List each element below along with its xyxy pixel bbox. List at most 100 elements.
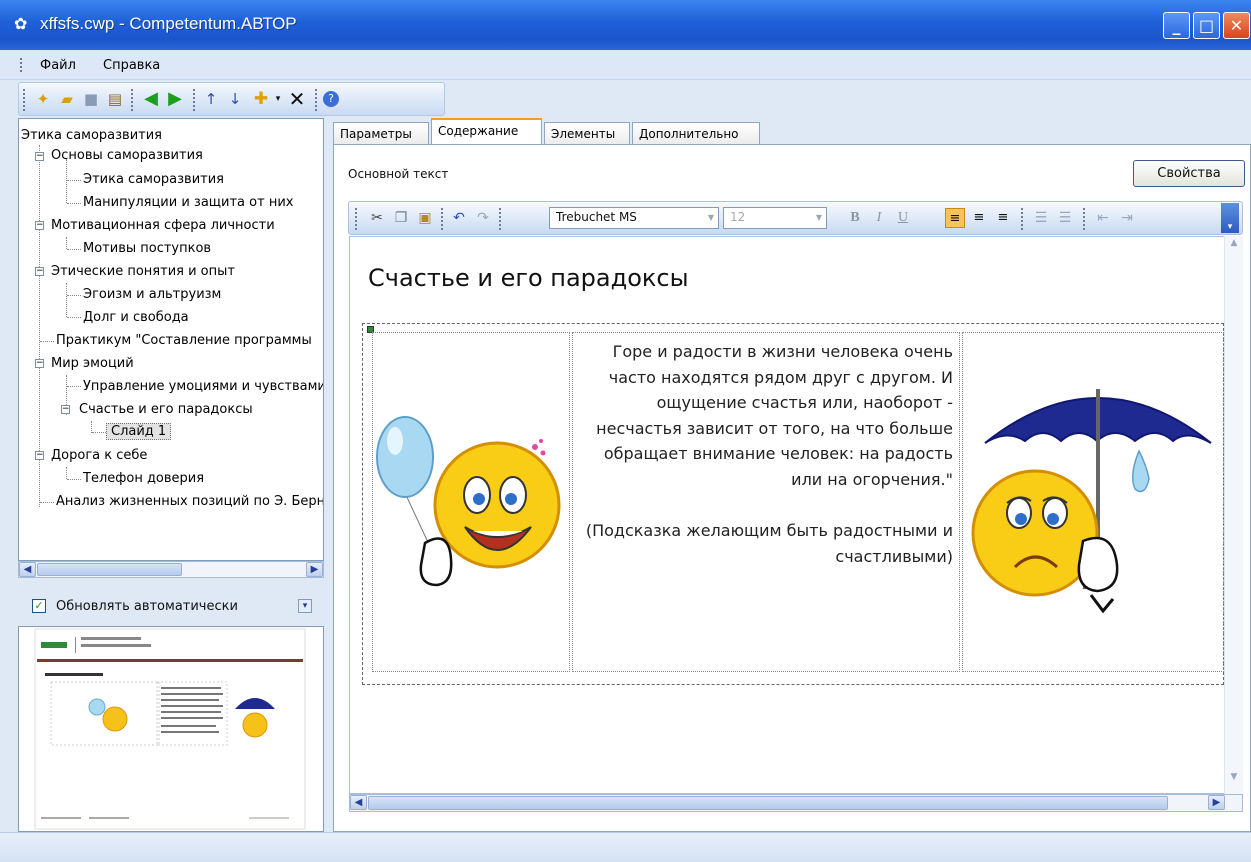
numbered-list-icon[interactable]: ☰ (1031, 208, 1051, 228)
undo-icon[interactable]: ↶ (449, 208, 469, 228)
tree-line (92, 432, 106, 433)
delete-icon[interactable]: ✕ (287, 89, 307, 109)
indent-icon[interactable]: ⇥ (1117, 208, 1137, 228)
minimize-button[interactable]: _ (1163, 12, 1190, 39)
quote-text: Горе и радости в жизни человека очень ча… (596, 342, 953, 489)
tree-item[interactable]: Телефон доверия (83, 471, 204, 486)
collapse-icon[interactable]: − (35, 221, 44, 230)
scroll-thumb[interactable] (368, 796, 1168, 810)
collapse-icon[interactable]: − (35, 267, 44, 276)
copy-icon[interactable]: ❐ (391, 208, 411, 228)
back-icon[interactable]: ◀ (141, 89, 161, 109)
tree-item[interactable]: Манипуляции и защита от них (83, 195, 293, 210)
tree-item[interactable]: Счастье и его парадоксы (79, 402, 253, 417)
chevron-down-icon[interactable]: ▾ (298, 599, 312, 613)
toolbar-grip (355, 208, 358, 230)
tree-line (67, 479, 81, 480)
window-title: xffsfs.cwp - Competentum.АВТОР (40, 14, 297, 33)
tab-content[interactable]: Содержание (431, 118, 542, 144)
collapse-icon[interactable]: − (35, 152, 44, 161)
cut-icon[interactable]: ✂ (367, 208, 387, 228)
align-left-icon[interactable]: ≡ (945, 208, 965, 228)
tree-item[interactable]: Анализ жизненных позиций по Э. Берну (56, 494, 323, 509)
auto-update-row: ✓ Обновлять автоматически ▾ (18, 593, 324, 619)
tree-item[interactable]: Мотивы поступков (83, 241, 211, 256)
table-cell-left[interactable] (372, 332, 570, 672)
tree-root[interactable]: Этика саморазвития (21, 128, 162, 143)
collapse-icon[interactable]: − (35, 451, 44, 460)
close-icon: ✕ (1229, 16, 1244, 35)
italic-icon[interactable]: I (869, 208, 889, 228)
chevron-down-icon: ▼ (707, 213, 715, 222)
scroll-up-icon[interactable]: ▲ (1226, 238, 1242, 254)
tree-item[interactable]: Основы саморазвития (51, 148, 203, 163)
app-icon: ✿ (14, 14, 28, 33)
outdent-icon[interactable]: ⇤ (1093, 208, 1113, 228)
font-size-value: 12 (730, 210, 746, 224)
add-dropdown-icon[interactable]: ▾ (268, 89, 288, 109)
toolbar-grip (23, 89, 26, 111)
bullet-list-icon[interactable]: ☰ (1055, 208, 1075, 228)
export-icon[interactable]: ▤ (105, 89, 125, 109)
tree-item[interactable]: Долг и свобода (83, 310, 189, 325)
align-right-icon[interactable]: ≡ (993, 208, 1013, 228)
happy-smiley-image (376, 416, 561, 587)
close-button[interactable]: ✕ (1223, 12, 1250, 39)
font-name-select[interactable]: Trebuchet MS ▼ (549, 207, 719, 229)
properties-button[interactable]: Свойства (1133, 160, 1245, 187)
align-center-icon[interactable]: ≡ (969, 208, 989, 228)
tab-elements[interactable]: Элементы (544, 122, 630, 144)
scroll-down-icon[interactable]: ▼ (1226, 772, 1242, 788)
tree-item[interactable]: Управление умоциями и чувствами (83, 379, 323, 394)
menu-file[interactable]: Файл (40, 58, 76, 73)
forward-icon[interactable]: ▶ (165, 89, 185, 109)
status-bar (0, 832, 1251, 862)
tree-item-selected[interactable]: Слайд 1 (106, 423, 172, 440)
bold-icon[interactable]: B (845, 208, 865, 228)
table-cell-right[interactable] (962, 332, 1224, 672)
tree-item[interactable]: Эгоизм и альтруизм (83, 287, 221, 302)
menu-bar: Файл Справка (0, 50, 1251, 80)
menu-help[interactable]: Справка (103, 58, 160, 73)
scroll-right-icon[interactable]: ▶ (1208, 795, 1225, 810)
scroll-right-icon[interactable]: ▶ (306, 562, 323, 577)
tree-item[interactable]: Этика саморазвития (83, 172, 224, 187)
scroll-left-icon[interactable]: ◀ (19, 562, 36, 577)
auto-update-checkbox[interactable]: ✓ (32, 599, 46, 613)
slide-preview (18, 626, 324, 832)
scroll-left-icon[interactable]: ◀ (350, 795, 367, 810)
editor-vscrollbar[interactable]: ▲ ▼ (1224, 236, 1243, 794)
section-label: Основной текст (348, 167, 449, 181)
menu-grip (20, 58, 22, 72)
open-folder-icon[interactable]: ▰ (57, 89, 77, 109)
table-cell-text[interactable]: Горе и радости в жизни человека очень ча… (572, 332, 960, 672)
tree-hscrollbar[interactable]: ◀ ▶ (18, 561, 324, 578)
new-file-icon[interactable]: ✦ (33, 89, 53, 109)
toolbar-separator (1083, 208, 1086, 230)
tree-line (67, 249, 81, 250)
tree-line (66, 159, 67, 203)
move-up-icon[interactable]: ↑ (201, 89, 221, 109)
underline-icon[interactable]: U (893, 208, 913, 228)
help-icon[interactable]: ? (323, 91, 339, 107)
font-size-select[interactable]: 12 ▼ (723, 207, 827, 229)
redo-icon[interactable]: ↷ (473, 208, 493, 228)
paste-icon[interactable]: ▣ (415, 208, 435, 228)
tab-parameters[interactable]: Параметры (333, 122, 429, 144)
tree-item[interactable]: Этические понятия и опыт (51, 264, 235, 279)
tree-item[interactable]: Мир эмоций (51, 356, 134, 371)
tree-item[interactable]: Мотивационная сфера личности (51, 218, 275, 233)
save-icon[interactable]: ■ (81, 89, 101, 109)
move-down-icon[interactable]: ↓ (225, 89, 245, 109)
font-name-value: Trebuchet MS (556, 210, 637, 224)
tab-advanced[interactable]: Дополнительно (632, 122, 760, 144)
toolbar-overflow-icon[interactable]: ▾ (1221, 203, 1239, 233)
scroll-thumb[interactable] (37, 563, 182, 576)
maximize-button[interactable]: □ (1193, 12, 1220, 39)
collapse-icon[interactable]: − (61, 405, 70, 414)
tree-item[interactable]: Практикум "Составление программы (56, 333, 312, 348)
collapse-icon[interactable]: − (35, 359, 44, 368)
editor-hscrollbar[interactable]: ◀ ▶ (349, 794, 1243, 812)
tree-item[interactable]: Дорога к себе (51, 448, 147, 463)
content-table[interactable]: Горе и радости в жизни человека очень ча… (362, 323, 1224, 685)
